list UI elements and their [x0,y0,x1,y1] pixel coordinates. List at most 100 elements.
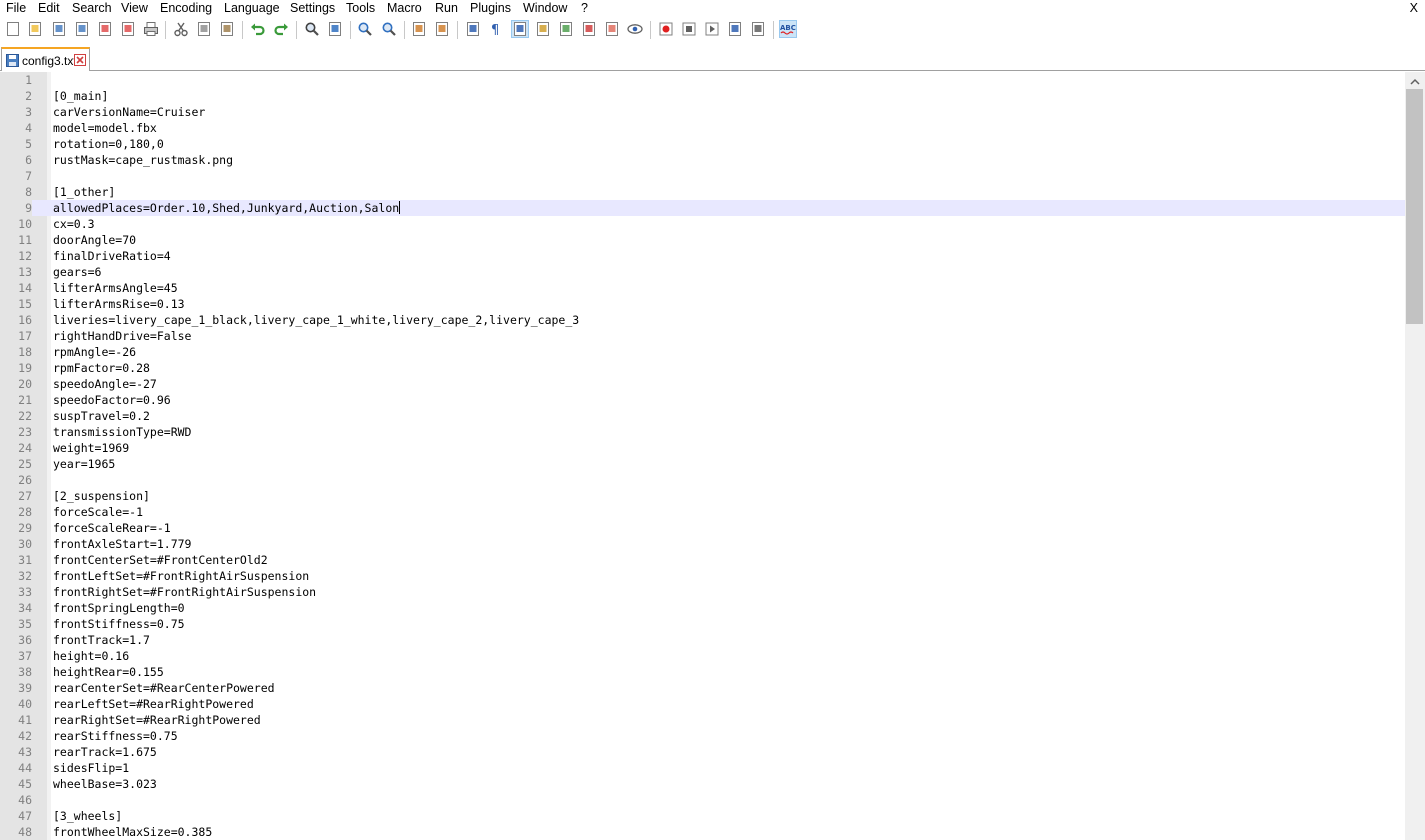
editor-line[interactable]: 32 frontLeftSet=#FrontRightAirSuspension [0,568,1405,584]
text-editor[interactable]: 1 2 [0_main] 3 carVersionName=Cruiser 4 model=… [0,72,1405,840]
editor-line[interactable]: 4 model=model.fbx [0,120,1405,136]
scrollbar-thumb[interactable] [1406,89,1423,324]
line-text[interactable]: frontLeftSet=#FrontRightAirSuspension [53,568,309,584]
editor-line[interactable]: 41 rearRightSet=#RearRightPowered [0,712,1405,728]
window-close-button[interactable]: X [1410,1,1418,15]
line-text[interactable]: transmissionType=RWD [53,424,191,440]
editor-line[interactable]: 15 lifterArmsRise=0.13 [0,296,1405,312]
editor-line[interactable]: 7 [0,168,1405,184]
line-text[interactable]: rpmFactor=0.28 [53,360,150,376]
editor-line[interactable]: 38 heightRear=0.155 [0,664,1405,680]
current-line[interactable]: 9 allowedPlaces=Order.10,Shed,Junkyard,Au… [0,200,1405,216]
monitoring-icon[interactable] [627,21,643,37]
editor-line[interactable]: 1 [0,72,1405,88]
editor-line[interactable]: 8 [1_other] [0,184,1405,200]
editor-line[interactable]: 39 rearCenterSet=#RearCenterPowered [0,680,1405,696]
line-text[interactable]: rearRightSet=#RearRightPowered [53,712,261,728]
menu-plugins[interactable]: Plugins [470,1,511,15]
replace-icon[interactable] [327,21,343,37]
undo-icon[interactable] [250,21,266,37]
line-text[interactable]: doorAngle=70 [53,232,136,248]
editor-line[interactable]: 16 liveries=livery_cape_1_black,livery_ca… [0,312,1405,328]
line-text[interactable]: suspTravel=0.2 [53,408,150,424]
line-text[interactable]: frontStiffness=0.75 [53,616,185,632]
indent-guide-icon[interactable] [511,20,529,38]
editor-line[interactable]: 25 year=1965 [0,456,1405,472]
line-text[interactable]: [3_wheels] [53,808,122,824]
word-wrap-icon[interactable] [465,21,481,37]
editor-line[interactable]: 47 [3_wheels] [0,808,1405,824]
editor-line[interactable]: 26 [0,472,1405,488]
line-text[interactable]: heightRear=0.155 [53,664,164,680]
line-text[interactable]: frontSpringLength=0 [53,600,185,616]
line-text[interactable]: speedoFactor=0.96 [53,392,171,408]
editor-line[interactable]: 5 rotation=0,180,0 [0,136,1405,152]
tab-config3[interactable]: config3.txt [1,47,90,71]
editor-line[interactable]: 42 rearStiffness=0.75 [0,728,1405,744]
line-text[interactable]: carVersionName=Cruiser [53,104,205,120]
line-text[interactable]: speedoAngle=-27 [53,376,157,392]
line-text[interactable]: sidesFlip=1 [53,760,129,776]
line-text[interactable]: allowedPlaces=Order.10,Shed,Junkyard,Auc… [53,200,401,216]
editor-line[interactable]: 23 transmissionType=RWD [0,424,1405,440]
line-text[interactable]: rpmAngle=-26 [53,344,136,360]
line-text[interactable]: [0_main] [53,88,108,104]
line-text[interactable]: lifterArmsRise=0.13 [53,296,185,312]
line-text[interactable]: rearStiffness=0.75 [53,728,178,744]
line-text[interactable]: rearLeftSet=#RearRightPowered [53,696,254,712]
editor-line[interactable]: 44 sidesFlip=1 [0,760,1405,776]
function-list-icon[interactable] [581,21,597,37]
editor-line[interactable]: 33 frontRightSet=#FrontRightAirSuspension [0,584,1405,600]
line-text[interactable]: rustMask=cape_rustmask.png [53,152,233,168]
redo-icon[interactable] [273,21,289,37]
line-text[interactable]: forceScaleRear=-1 [53,520,171,536]
folder-workspace-icon[interactable] [604,21,620,37]
stop-record-icon[interactable] [681,21,697,37]
scroll-up-arrow-icon[interactable] [1409,76,1421,86]
line-text[interactable]: liveries=livery_cape_1_black,livery_cape… [53,312,579,328]
line-text[interactable]: [1_other] [53,184,115,200]
close-all-icon[interactable] [120,21,136,37]
line-text[interactable]: [2_suspension] [53,488,150,504]
menu-macro[interactable]: Macro [387,1,422,15]
line-text[interactable]: gears=6 [53,264,101,280]
line-text[interactable]: frontWheelMaxSize=0.385 [53,824,212,840]
menu-help[interactable]: ? [581,1,588,15]
editor-line[interactable]: 35 frontStiffness=0.75 [0,616,1405,632]
editor-line[interactable]: 45 wheelBase=3.023 [0,776,1405,792]
vertical-scrollbar[interactable] [1405,72,1425,840]
editor-line[interactable]: 10 cx=0.3 [0,216,1405,232]
line-text[interactable]: wheelBase=3.023 [53,776,157,792]
editor-line[interactable]: 46 [0,792,1405,808]
line-text[interactable]: cx=0.3 [53,216,95,232]
line-text[interactable]: frontTrack=1.7 [53,632,150,648]
editor-line[interactable]: 40 rearLeftSet=#RearRightPowered [0,696,1405,712]
doc-map-icon[interactable] [558,21,574,37]
editor-line[interactable]: 18 rpmAngle=-26 [0,344,1405,360]
editor-line[interactable]: 48 frontWheelMaxSize=0.385 [0,824,1405,840]
editor-line[interactable]: 43 rearTrack=1.675 [0,744,1405,760]
menu-file[interactable]: File [6,1,26,15]
editor-line[interactable]: 29 forceScaleRear=-1 [0,520,1405,536]
menu-edit[interactable]: Edit [38,1,60,15]
editor-line[interactable]: 13 gears=6 [0,264,1405,280]
line-text[interactable]: finalDriveRatio=4 [53,248,171,264]
line-text[interactable]: height=0.16 [53,648,129,664]
editor-line[interactable]: 14 lifterArmsAngle=45 [0,280,1405,296]
menu-search[interactable]: Search [72,1,112,15]
find-icon[interactable] [304,21,320,37]
editor-line[interactable]: 3 carVersionName=Cruiser [0,104,1405,120]
print-icon[interactable] [143,21,159,37]
cut-icon[interactable] [173,21,189,37]
save-icon[interactable] [51,21,67,37]
line-text[interactable]: frontRightSet=#FrontRightAirSuspension [53,584,316,600]
editor-line[interactable]: 2 [0_main] [0,88,1405,104]
zoom-in-icon[interactable] [357,21,373,37]
editor-line[interactable]: 30 frontAxleStart=1.779 [0,536,1405,552]
menu-encoding[interactable]: Encoding [160,1,212,15]
editor-line[interactable]: 6 rustMask=cape_rustmask.png [0,152,1405,168]
line-text[interactable]: model=model.fbx [53,120,157,136]
menu-language[interactable]: Language [224,1,280,15]
language-define-icon[interactable] [535,21,551,37]
run-macro-multiple-icon[interactable] [727,21,743,37]
